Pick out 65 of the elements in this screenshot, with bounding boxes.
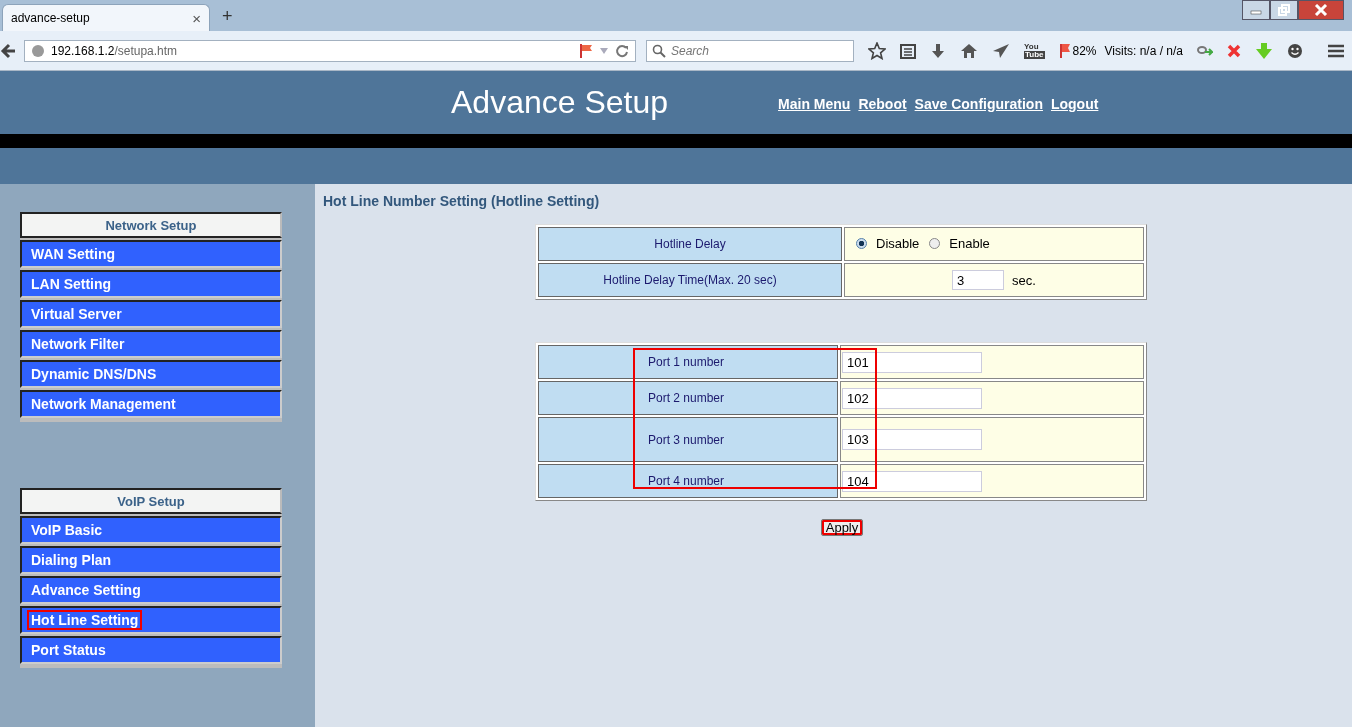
header-link[interactable]: Logout bbox=[1050, 95, 1099, 112]
port-label-cell: Port 1 number bbox=[538, 345, 838, 379]
radio-button[interactable] bbox=[856, 238, 867, 249]
port-label-cell: Port 2 number bbox=[538, 381, 838, 415]
setting-label: Hotline Delay bbox=[538, 227, 842, 261]
sidebar-item[interactable]: Port Status bbox=[20, 636, 282, 664]
url-text: 192.168.1.2/setupa.htm bbox=[51, 43, 179, 58]
sidebar-item[interactable]: Network Filter bbox=[20, 330, 282, 358]
radio-label: Enable bbox=[949, 236, 990, 251]
close-window-button[interactable] bbox=[1298, 0, 1344, 20]
unit-label: sec. bbox=[1012, 272, 1036, 288]
smiley-icon[interactable] bbox=[1287, 42, 1304, 59]
percent-label: 82% bbox=[1072, 43, 1097, 58]
section-title: Hot Line Number Setting (Hotline Setting) bbox=[323, 193, 601, 209]
browser-tab[interactable]: advance-setup × bbox=[2, 4, 210, 31]
flag-icon bbox=[579, 42, 593, 59]
header-link[interactable]: Save Configuration bbox=[914, 95, 1043, 112]
port-number-input[interactable]: 102 bbox=[842, 387, 982, 409]
minimize-button[interactable] bbox=[1242, 0, 1270, 20]
paper-plane-icon[interactable] bbox=[992, 42, 1010, 59]
address-bar[interactable]: 192.168.1.2/setupa.htm bbox=[24, 39, 636, 62]
port-label-cell: Port 3 number bbox=[538, 417, 838, 462]
sidebar-item[interactable]: VoIP Basic bbox=[20, 516, 282, 544]
port-number-input[interactable]: 101 bbox=[842, 351, 982, 373]
home-icon[interactable] bbox=[960, 42, 978, 59]
list-icon[interactable] bbox=[900, 42, 916, 59]
search-field[interactable]: Search bbox=[646, 39, 854, 62]
visits-counter: Visits: n/a / n/a bbox=[1104, 43, 1184, 58]
sidebar-item[interactable]: WAN Setting bbox=[20, 240, 282, 268]
globe-icon bbox=[31, 43, 45, 58]
group-heading: VoIP Setup bbox=[20, 488, 282, 514]
delay-input[interactable]: 3 bbox=[952, 270, 1005, 290]
cross-icon[interactable] bbox=[1227, 43, 1242, 58]
search-icon bbox=[652, 43, 666, 58]
tab-title: advance-setup bbox=[11, 11, 90, 25]
menu-icon[interactable] bbox=[1327, 42, 1346, 59]
back-arrow-icon[interactable] bbox=[0, 41, 18, 60]
sidebar-item[interactable]: Dynamic DNS/DNS bbox=[20, 360, 282, 388]
sidebar-item[interactable]: Advance Setting bbox=[20, 576, 282, 604]
radio-label: Disable bbox=[876, 236, 920, 251]
port-number-input[interactable]: 104 bbox=[842, 470, 982, 492]
sidebar-item[interactable]: Virtual Server bbox=[20, 300, 282, 328]
sidebar-item[interactable]: Hot Line Setting bbox=[20, 606, 282, 634]
setting-label: Hotline Delay Time(Max. 20 sec) bbox=[538, 263, 842, 297]
close-icon bbox=[1314, 4, 1328, 16]
chain-icon[interactable] bbox=[1197, 43, 1214, 58]
star-icon[interactable] bbox=[868, 41, 886, 60]
close-tab-button[interactable]: × bbox=[192, 9, 201, 27]
page-title: Advance Setup bbox=[451, 84, 669, 121]
group-heading: Network Setup bbox=[20, 212, 282, 238]
restore-icon bbox=[1278, 4, 1290, 16]
port-label-cell: Port 4 number bbox=[538, 464, 838, 498]
reload-icon[interactable] bbox=[615, 43, 629, 58]
download-icon[interactable] bbox=[930, 42, 946, 59]
header-link[interactable]: Reboot bbox=[858, 95, 907, 112]
radio-button[interactable] bbox=[929, 238, 941, 249]
apply-button[interactable]: Apply bbox=[820, 519, 864, 536]
port-number-input[interactable]: 103 bbox=[842, 429, 982, 450]
sidebar-item[interactable]: LAN Setting bbox=[20, 270, 282, 298]
sidebar-item[interactable]: Network Management bbox=[20, 390, 282, 418]
new-tab-button[interactable]: + bbox=[222, 6, 233, 27]
flag-icon[interactable] bbox=[1058, 42, 1071, 59]
sidebar-item[interactable]: Dialing Plan bbox=[20, 546, 282, 574]
restore-button[interactable] bbox=[1270, 0, 1298, 20]
header-link[interactable]: Main Menu bbox=[778, 95, 851, 112]
